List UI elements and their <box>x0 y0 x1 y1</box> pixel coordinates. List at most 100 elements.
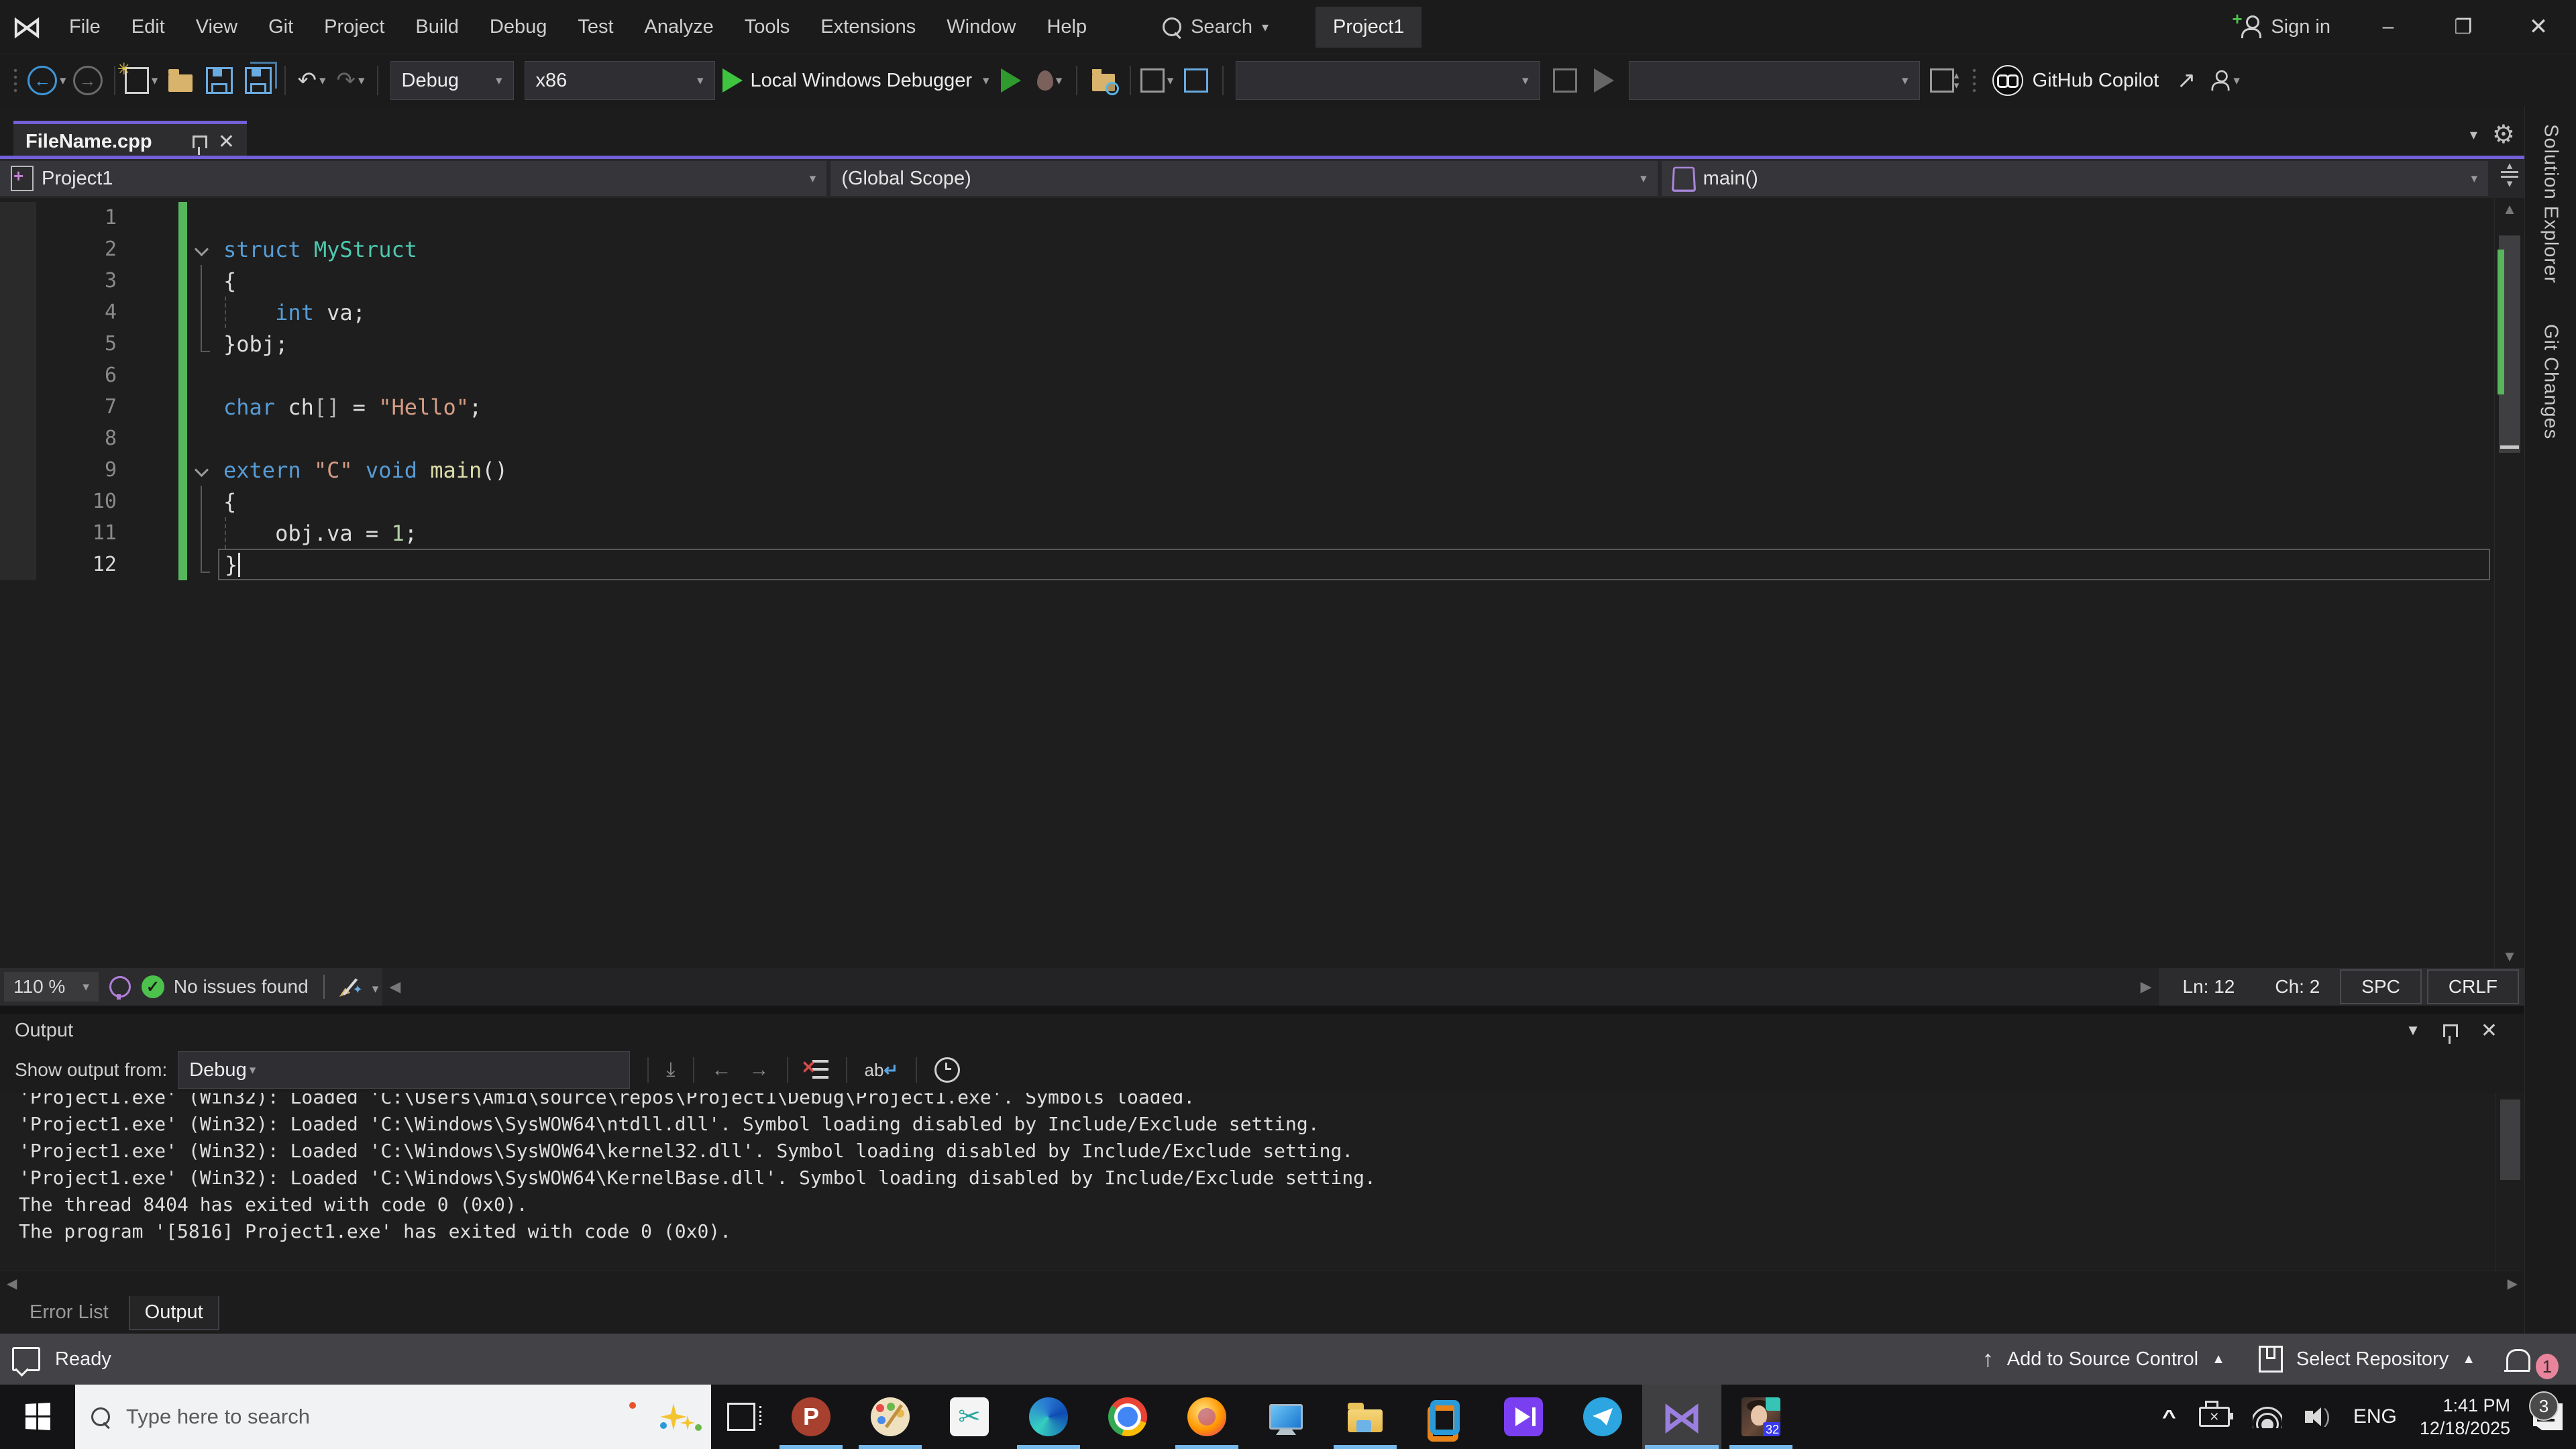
gear-icon[interactable]: ⚙ <box>2492 119 2515 150</box>
code-line-4[interactable]: 4 int va; <box>0 297 2494 328</box>
menu-edit[interactable]: Edit <box>116 0 180 54</box>
speaker-icon[interactable]: ) <box>2304 1405 2330 1428</box>
tab-filename-cpp[interactable]: FileName.cpp ✕ <box>13 121 247 159</box>
feedback-icon[interactable] <box>12 1347 40 1371</box>
line-content[interactable]: } <box>218 549 2490 580</box>
editor-horizontal-scrollbar[interactable]: ◀ ▶ <box>382 968 2159 1006</box>
editor-vertical-scrollbar[interactable]: ▲ ▼ <box>2494 198 2524 968</box>
previous-message-icon[interactable]: ← <box>712 1059 732 1081</box>
code-line-3[interactable]: 3{ <box>0 265 2494 297</box>
close-tab-icon[interactable]: ✕ <box>218 130 235 154</box>
code-line-1[interactable]: 1 <box>0 202 2494 233</box>
taskbar-app-thispc[interactable] <box>1246 1385 1326 1449</box>
taskbar-app-chrome[interactable] <box>1088 1385 1167 1449</box>
save-button[interactable] <box>202 62 237 99</box>
fold-collapse-icon[interactable] <box>187 233 218 265</box>
line-content[interactable] <box>218 360 2490 391</box>
taskbar-app-vmware[interactable] <box>1405 1385 1484 1449</box>
taskbar-app-persepolis[interactable]: P <box>771 1385 851 1449</box>
line-content[interactable]: extern "C" void main() <box>218 454 2490 486</box>
breakpoint-margin[interactable] <box>0 233 36 265</box>
toolbar-combo-1[interactable]: ▾ <box>1235 61 1540 100</box>
scroll-down-icon[interactable]: ▼ <box>2502 945 2517 968</box>
performance-bulb-icon[interactable] <box>109 976 131 1000</box>
output-scroll-right-icon[interactable]: ▶ <box>2508 1275 2518 1292</box>
breakpoint-margin[interactable] <box>0 297 36 328</box>
task-view-button[interactable] <box>711 1385 771 1449</box>
toolbar-combo-2[interactable]: ▾ <box>1628 61 1920 100</box>
line-content[interactable]: struct MyStruct <box>218 233 2490 265</box>
line-content[interactable]: obj.va = 1; <box>218 517 2490 549</box>
solution-explorer-button[interactable]: ▾ <box>1140 62 1175 99</box>
line-content[interactable]: char ch[] = "Hello"; <box>218 391 2490 423</box>
save-all-button[interactable] <box>241 62 276 99</box>
breakpoint-margin[interactable] <box>0 391 36 423</box>
line-content[interactable]: int va; <box>218 297 2490 328</box>
tab-list-chevron-icon[interactable]: ▾ <box>2470 126 2477 144</box>
output-scrollbar-thumb[interactable] <box>2500 1099 2520 1180</box>
menu-help[interactable]: Help <box>1031 0 1102 54</box>
select-repository-button[interactable]: Select Repository <box>2296 1348 2449 1371</box>
line-ending-indicator[interactable]: CRLF <box>2426 969 2519 1004</box>
menu-debug[interactable]: Debug <box>474 0 562 54</box>
breakpoint-margin[interactable] <box>0 265 36 297</box>
tab-solution-explorer[interactable]: Solution Explorer <box>2540 124 2562 284</box>
menu-analyze[interactable]: Analyze <box>629 0 729 54</box>
github-copilot-button[interactable]: GitHub Copilot <box>1992 65 2159 96</box>
properties-window-button[interactable] <box>1179 62 1214 99</box>
solution-configuration-dropdown[interactable]: Debug ▾ <box>390 61 514 100</box>
breakpoint-margin[interactable] <box>0 423 36 454</box>
taskbar-app-edge[interactable] <box>1009 1385 1088 1449</box>
close-button[interactable]: ✕ <box>2501 0 2576 54</box>
undo-button[interactable]: ↶ ▾ <box>294 62 329 99</box>
code-line-12[interactable]: 12} <box>0 549 2494 580</box>
menu-build[interactable]: Build <box>400 0 474 54</box>
split-editor-handle[interactable]: ▴ ▾ <box>2495 160 2524 196</box>
start-without-debugging-button[interactable] <box>994 62 1028 99</box>
tray-expand-icon[interactable]: ^ <box>2162 1405 2176 1428</box>
start-debugging-button[interactable]: Local Windows Debugger ▾ <box>722 62 989 99</box>
line-content[interactable] <box>218 202 2490 233</box>
taskbar-app-explorer[interactable] <box>1326 1385 1405 1449</box>
tab-output[interactable]: Output <box>128 1296 219 1330</box>
code-line-6[interactable]: 6 <box>0 360 2494 391</box>
output-scroll-left-icon[interactable]: ◀ <box>7 1275 17 1292</box>
output-panel-header[interactable]: Output ▼ ✕ <box>0 1014 2524 1047</box>
scroll-right-icon[interactable]: ▶ <box>2141 978 2152 996</box>
hot-reload-button[interactable]: ▾ <box>1032 62 1067 99</box>
restore-button[interactable]: ❐ <box>2426 0 2501 54</box>
word-wrap-icon[interactable]: ab ↵ <box>865 1060 899 1081</box>
output-text-area[interactable]: 'Project1.exe' (Win32): Loaded 'C:\Users… <box>0 1093 2524 1271</box>
add-to-source-control-button[interactable]: Add to Source Control <box>2007 1348 2198 1371</box>
member-dropdown[interactable]: main() ▾ <box>1661 161 2488 196</box>
taskbar-search-box[interactable]: Type here to search <box>75 1385 711 1449</box>
navigate-forward-button[interactable]: → <box>70 62 105 99</box>
redo-button[interactable]: ↷ ▾ <box>333 62 368 99</box>
pin-icon[interactable] <box>192 135 207 155</box>
toolbar-grip[interactable] <box>12 67 19 94</box>
line-content[interactable]: }obj; <box>218 328 2490 360</box>
taskbar-app-telegram[interactable] <box>1563 1385 1642 1449</box>
code-line-10[interactable]: 10 { <box>0 486 2494 517</box>
scope-dropdown[interactable]: (Global Scope) ▾ <box>830 161 1658 196</box>
code-editor[interactable]: 1 2 struct MyStruct 3{4 int va; 5}obj; 6 7 char… <box>0 198 2524 968</box>
solution-platform-dropdown[interactable]: x86 ▾ <box>524 61 715 100</box>
menu-file[interactable]: File <box>54 0 116 54</box>
line-indicator[interactable]: Ln: 12 <box>2183 976 2235 998</box>
menu-window[interactable]: Window <box>931 0 1031 54</box>
output-source-dropdown[interactable]: Debug ▾ <box>178 1051 631 1089</box>
share-button[interactable]: ↗ <box>2169 62 2204 99</box>
taskbar-app-firefox[interactable] <box>1167 1385 1246 1449</box>
code-lines[interactable]: 1 2 struct MyStruct 3{4 int va; 5}obj; 6 7 char… <box>0 198 2494 968</box>
menu-project[interactable]: Project <box>309 0 400 54</box>
taskbar-app-media[interactable] <box>1484 1385 1563 1449</box>
attach-button[interactable] <box>1548 62 1582 99</box>
code-line-7[interactable]: 7 char ch[] = "Hello"; <box>0 391 2494 423</box>
space-mode-indicator[interactable]: SPC <box>2340 969 2422 1004</box>
step-buttons[interactable] <box>1587 62 1621 99</box>
find-in-files-button[interactable] <box>1086 62 1121 99</box>
window-position-chevron-icon[interactable]: ▼ <box>2406 1022 2420 1039</box>
search-control[interactable]: Search ▾ <box>1163 16 1269 38</box>
scroll-up-icon[interactable]: ▲ <box>2502 198 2517 221</box>
output-vertical-scrollbar[interactable] <box>2496 1093 2524 1271</box>
